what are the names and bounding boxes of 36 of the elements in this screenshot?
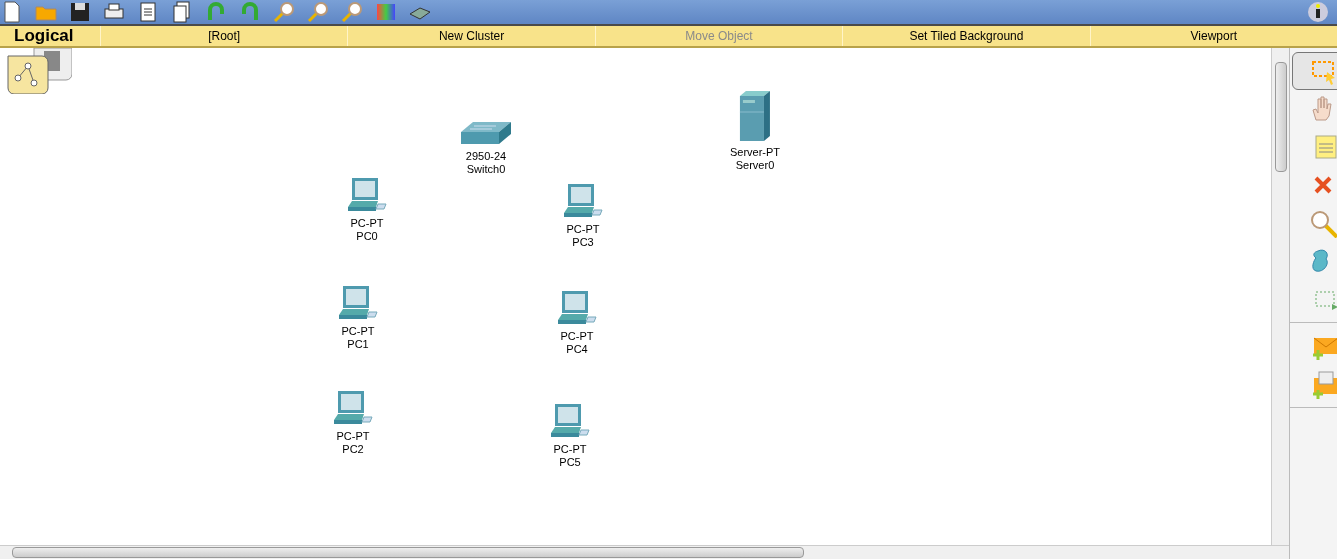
device-model-label: PC-PT — [560, 330, 594, 343]
computer-icon — [556, 290, 598, 326]
device-name-label: PC2 — [342, 443, 364, 456]
device-model-label: Server-PT — [729, 146, 781, 159]
nav-button[interactable]: New Cluster — [438, 27, 505, 45]
computer-icon — [562, 183, 604, 219]
tool-button[interactable] — [1292, 52, 1337, 90]
nav-button[interactable]: [Root] — [208, 27, 241, 45]
vertical-scrollbar[interactable] — [1271, 48, 1289, 545]
device-name-label: PC4 — [566, 343, 588, 356]
server-icon — [738, 90, 772, 142]
device-model-label: 2950-24 — [465, 150, 507, 163]
device-model-label: PC-PT — [553, 443, 587, 456]
device-model-label: PC-PT — [350, 217, 384, 230]
device-name-label: PC5 — [559, 456, 581, 469]
device-name-label: PC3 — [572, 236, 594, 249]
computer-icon — [332, 390, 374, 426]
zoom-reset-icon[interactable] — [306, 0, 330, 24]
device-name-label: PC0 — [356, 230, 378, 243]
zoom-in-icon[interactable] — [272, 0, 296, 24]
switch-icon — [460, 120, 512, 146]
info-icon[interactable] — [1307, 1, 1329, 23]
device-name-label: Server0 — [735, 159, 775, 172]
nav-button[interactable]: Set Tiled Background — [909, 27, 1024, 45]
computer-icon — [346, 177, 388, 213]
horizontal-scrollbar[interactable] — [0, 545, 1289, 559]
zoom-out-icon[interactable] — [340, 0, 364, 24]
device-model-label: PC-PT — [336, 430, 370, 443]
device-name-label: PC1 — [347, 338, 369, 351]
computer-icon — [549, 403, 591, 439]
device-model-label: PC-PT — [566, 223, 600, 236]
computer-icon — [337, 285, 379, 321]
logical-tab[interactable]: Logical — [14, 26, 74, 45]
device-name-label: Switch0 — [466, 163, 506, 176]
device-model-label: PC-PT — [341, 325, 375, 338]
nav-button[interactable]: Viewport — [1190, 27, 1238, 45]
